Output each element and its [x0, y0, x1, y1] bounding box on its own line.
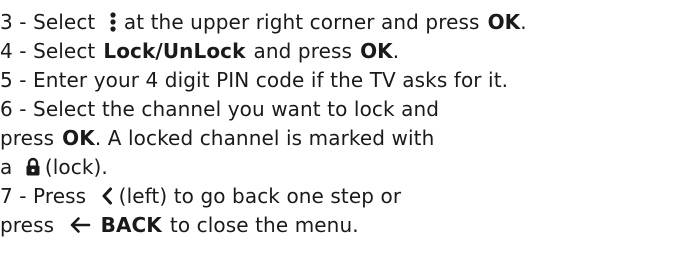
- step-4-prefix: 4 -: [0, 39, 34, 63]
- step-7-prefix: 7 - Press: [0, 184, 87, 208]
- step-4-ok: OK: [360, 39, 393, 63]
- step-5-line: 5 - Enter your 4 digit PIN code if the T…: [0, 66, 684, 95]
- step-6-press: press: [0, 126, 55, 150]
- step-3-select: Select: [33, 10, 96, 34]
- step-3-text: at the upper right corner and press: [123, 10, 480, 34]
- manual-instructions: 3 - Select at the upper right corner and…: [0, 0, 684, 270]
- step-6-lock-label: (lock).: [44, 155, 108, 179]
- step-7-line-2: press BACK to close the menu.: [0, 211, 684, 240]
- step-7-line-1: 7 - Press (left) to go back one step or: [0, 182, 684, 211]
- step-6-ok: OK: [62, 126, 95, 150]
- step-6-text-1: 6 - Select the channel you want to lock …: [0, 97, 440, 121]
- chevron-left-icon: [101, 187, 113, 205]
- step-4-line: 4 - Select Lock/UnLock and press OK.: [0, 37, 684, 66]
- step-7-rest: to close the menu.: [169, 213, 359, 237]
- step-4-and-press: and press: [253, 39, 353, 63]
- step-6-rest: . A locked channel is marked with: [94, 126, 435, 150]
- step-3-period: .: [520, 10, 527, 34]
- step-4-option: Lock/UnLock: [103, 39, 246, 63]
- step-6-line-2: press OK. A locked channel is marked with: [0, 124, 684, 153]
- step-6-line-1: 6 - Select the channel you want to lock …: [0, 95, 684, 124]
- step-3-prefix: 3 -: [0, 10, 34, 34]
- arrow-left-icon: [69, 216, 91, 234]
- step-7-back: BACK: [100, 213, 162, 237]
- lock-icon: [25, 157, 41, 177]
- step-6-a: a: [0, 155, 13, 179]
- step-7-left-label: (left) to go back one step or: [118, 184, 402, 208]
- step-6-line-3: a (lock).: [0, 153, 684, 182]
- step-3-line: 3 - Select at the upper right corner and…: [0, 8, 684, 37]
- more-vertical-icon: [108, 11, 118, 33]
- step-3-ok: OK: [487, 10, 521, 34]
- step-7-press: press: [0, 213, 55, 237]
- step-5-text: 5 - Enter your 4 digit PIN code if the T…: [0, 68, 509, 92]
- step-4-period: .: [392, 39, 400, 63]
- step-4-select: Select: [33, 39, 96, 63]
